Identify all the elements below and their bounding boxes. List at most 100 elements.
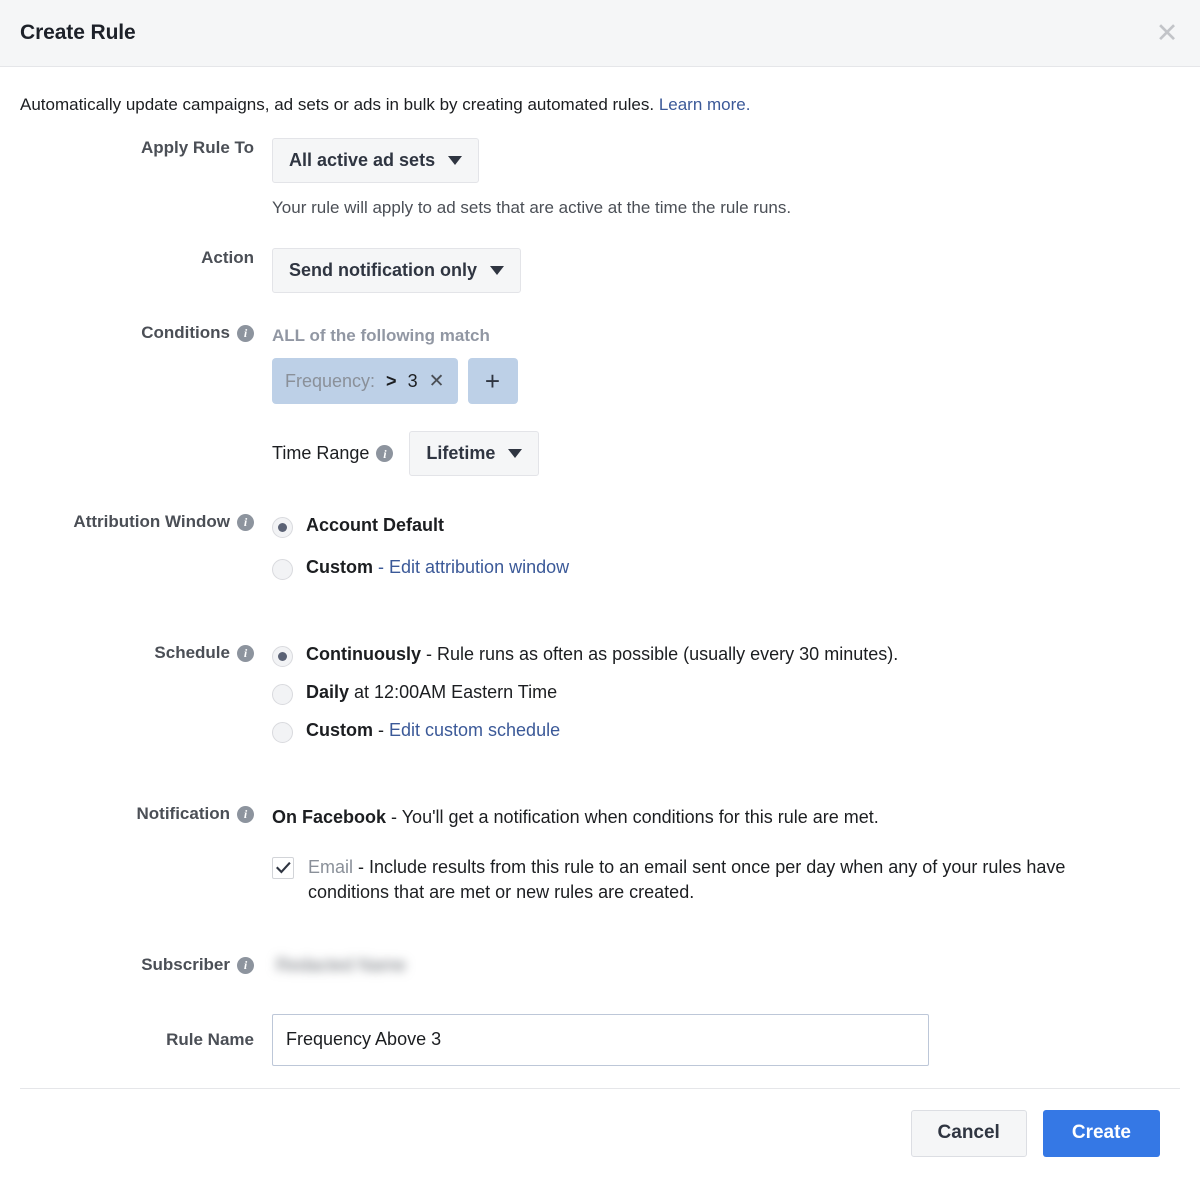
attribution-window-row: Attribution Window i Account Default Cus… [20,512,1180,598]
rule-name-control [272,1013,1180,1066]
close-icon[interactable]: ✕ [1152,18,1182,48]
attribution-option-label: Account Default [306,514,444,537]
apply-rule-to-label: Apply Rule To [140,138,254,158]
info-icon[interactable]: i [237,644,254,662]
create-button[interactable]: Create [1042,1109,1160,1157]
radio-account-default[interactable] [272,517,293,539]
schedule-option-0-detail: - Rule runs as often as possible (usuall… [421,644,899,665]
dialog-header: Create Rule ✕ [0,0,1200,67]
apply-rule-to-control: All active ad sets Your rule will apply … [272,138,1180,219]
attribution-window-options: Account Default Custom - Edit attributio… [272,512,1180,598]
schedule-label: Schedule i [20,643,272,663]
notification-row: Notification i On Facebook - You'll get … [20,804,1180,905]
schedule-row: Schedule i Continuously - Rule runs as o… [20,643,1180,757]
schedule-option-2-detail: - [373,720,389,741]
notification-email-label: Email [308,856,354,877]
attribution-option-0-text: Account Default [306,515,445,536]
attribution-option-account-default[interactable]: Account Default [272,514,1180,539]
action-row: Action Send notification only [20,248,1180,294]
edit-attribution-window-link[interactable]: - Edit attribution window [378,557,569,577]
info-icon[interactable]: i [237,513,254,531]
time-range-row: Time Range i Lifetime [272,431,1180,477]
schedule-option-2-text: Custom [306,720,373,741]
radio-custom-attribution[interactable] [272,559,293,581]
schedule-options: Continuously - Rule runs as often as pos… [272,643,1180,757]
check-icon [275,861,291,874]
condition-chip-list: Frequency: > 3 ✕ + [272,358,1180,405]
apply-rule-to-value: All active ad sets [289,150,436,171]
subscriber-value: Redacted Name [276,954,407,975]
conditions-label-text: Conditions [141,323,230,343]
conditions-match-text: ALL of the following match [272,326,490,346]
condition-metric: Frequency: [285,370,376,391]
attribution-window-label: Attribution Window i [20,512,272,532]
subscriber-label: Subscriber i [20,955,272,975]
add-condition-button[interactable]: + [467,358,518,405]
create-rule-dialog: Create Rule ✕ Automatically update campa… [0,0,1200,1177]
info-icon[interactable]: i [376,445,394,463]
chevron-down-icon [490,266,504,276]
schedule-option-custom[interactable]: Custom - Edit custom schedule [272,719,1180,744]
email-checkbox[interactable] [272,856,294,879]
condition-value: 3 [407,370,418,391]
intro-description: Automatically update campaigns, ad sets … [20,95,655,114]
apply-rule-to-row: Apply Rule To All active ad sets Your ru… [20,138,1180,219]
dialog-footer: Cancel Create [20,1088,1180,1177]
apply-rule-to-dropdown[interactable]: All active ad sets [272,138,480,184]
rule-name-input[interactable] [272,1013,929,1066]
rule-name-row: Rule Name [20,1013,1180,1066]
notification-email-row[interactable]: Email - Include results from this rule t… [272,855,1180,906]
conditions-label: Conditions i [20,323,272,343]
subscriber-row: Subscriber i Redacted Name [20,953,1180,978]
edit-custom-schedule-link[interactable]: Edit custom schedule [389,720,560,740]
schedule-option-1-detail: at 12:00AM Eastern Time [349,682,558,703]
time-range-value: Lifetime [426,443,496,464]
info-icon[interactable]: i [237,956,254,974]
intro-text: Automatically update campaigns, ad sets … [20,67,1180,132]
attribution-window-label-text: Attribution Window [73,512,230,532]
notification-email-text: Email - Include results from this rule t… [308,855,1148,906]
info-icon[interactable]: i [237,324,254,342]
condition-chip[interactable]: Frequency: > 3 ✕ [272,358,458,405]
subscriber-control: Redacted Name [272,953,1180,978]
page-title: Create Rule [20,21,136,44]
conditions-control: ALL of the following match Frequency: > … [272,323,1180,477]
rule-name-label: Rule Name [166,1029,254,1049]
condition-operator: > [386,370,397,391]
schedule-option-label: Daily at 12:00AM Eastern Time [306,681,557,704]
time-range-dropdown[interactable]: Lifetime [409,431,540,477]
remove-condition-icon[interactable]: ✕ [429,372,445,391]
apply-rule-to-helper: Your rule will apply to ad sets that are… [272,198,792,218]
radio-continuously[interactable] [272,646,293,668]
radio-custom-schedule[interactable] [272,722,293,744]
notification-facebook-detail: - You'll get a notification when conditi… [386,807,879,828]
schedule-option-continuously[interactable]: Continuously - Rule runs as often as pos… [272,643,1180,668]
learn-more-link[interactable]: Learn more. [659,95,751,114]
schedule-label-text: Schedule [154,643,230,663]
radio-daily[interactable] [272,684,293,706]
action-dropdown[interactable]: Send notification only [272,248,521,294]
schedule-option-daily[interactable]: Daily at 12:00AM Eastern Time [272,681,1180,706]
action-value: Send notification only [289,260,477,281]
attribution-option-custom[interactable]: Custom - Edit attribution window [272,556,1180,581]
notification-facebook-label: On Facebook [272,807,387,828]
attribution-option-label: Custom - Edit attribution window [306,556,569,579]
action-label: Action [201,248,254,268]
subscriber-label-text: Subscriber [141,955,230,975]
time-range-label-text: Time Range [272,443,370,464]
notification-options: On Facebook - You'll get a notification … [272,804,1180,905]
conditions-row: Conditions i ALL of the following match … [20,323,1180,477]
time-range-label: Time Range i [272,443,394,464]
cancel-button[interactable]: Cancel [910,1109,1027,1157]
schedule-option-1-text: Daily [306,682,350,703]
schedule-option-0-text: Continuously [306,644,421,665]
chevron-down-icon [508,449,523,459]
notification-facebook-line: On Facebook - You'll get a notification … [272,804,1180,829]
schedule-option-label: Continuously - Rule runs as often as pos… [306,643,898,666]
info-icon[interactable]: i [237,805,254,823]
attribution-option-1-text: Custom [306,557,373,578]
chevron-down-icon [448,156,463,166]
notification-label: Notification i [20,804,272,824]
action-control: Send notification only [272,248,1180,294]
notification-email-detail: - Include results from this rule to an e… [308,856,1066,903]
